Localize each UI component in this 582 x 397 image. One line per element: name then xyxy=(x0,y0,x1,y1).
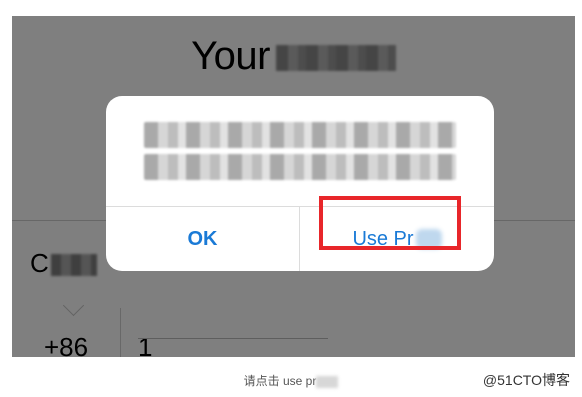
redacted-text xyxy=(316,375,339,388)
redacted-text xyxy=(144,122,456,148)
caption-text: 请点击 use pr xyxy=(243,374,317,388)
highlight-box xyxy=(319,196,461,250)
ok-button[interactable]: OK xyxy=(106,207,299,271)
ok-button-label: OK xyxy=(187,227,218,250)
alert-message-redacted xyxy=(144,122,456,184)
redacted-text xyxy=(144,154,456,180)
app-screen: Your C +86 1 OK Use Pr xyxy=(12,16,575,357)
watermark: @51CTO博客 xyxy=(482,372,570,388)
